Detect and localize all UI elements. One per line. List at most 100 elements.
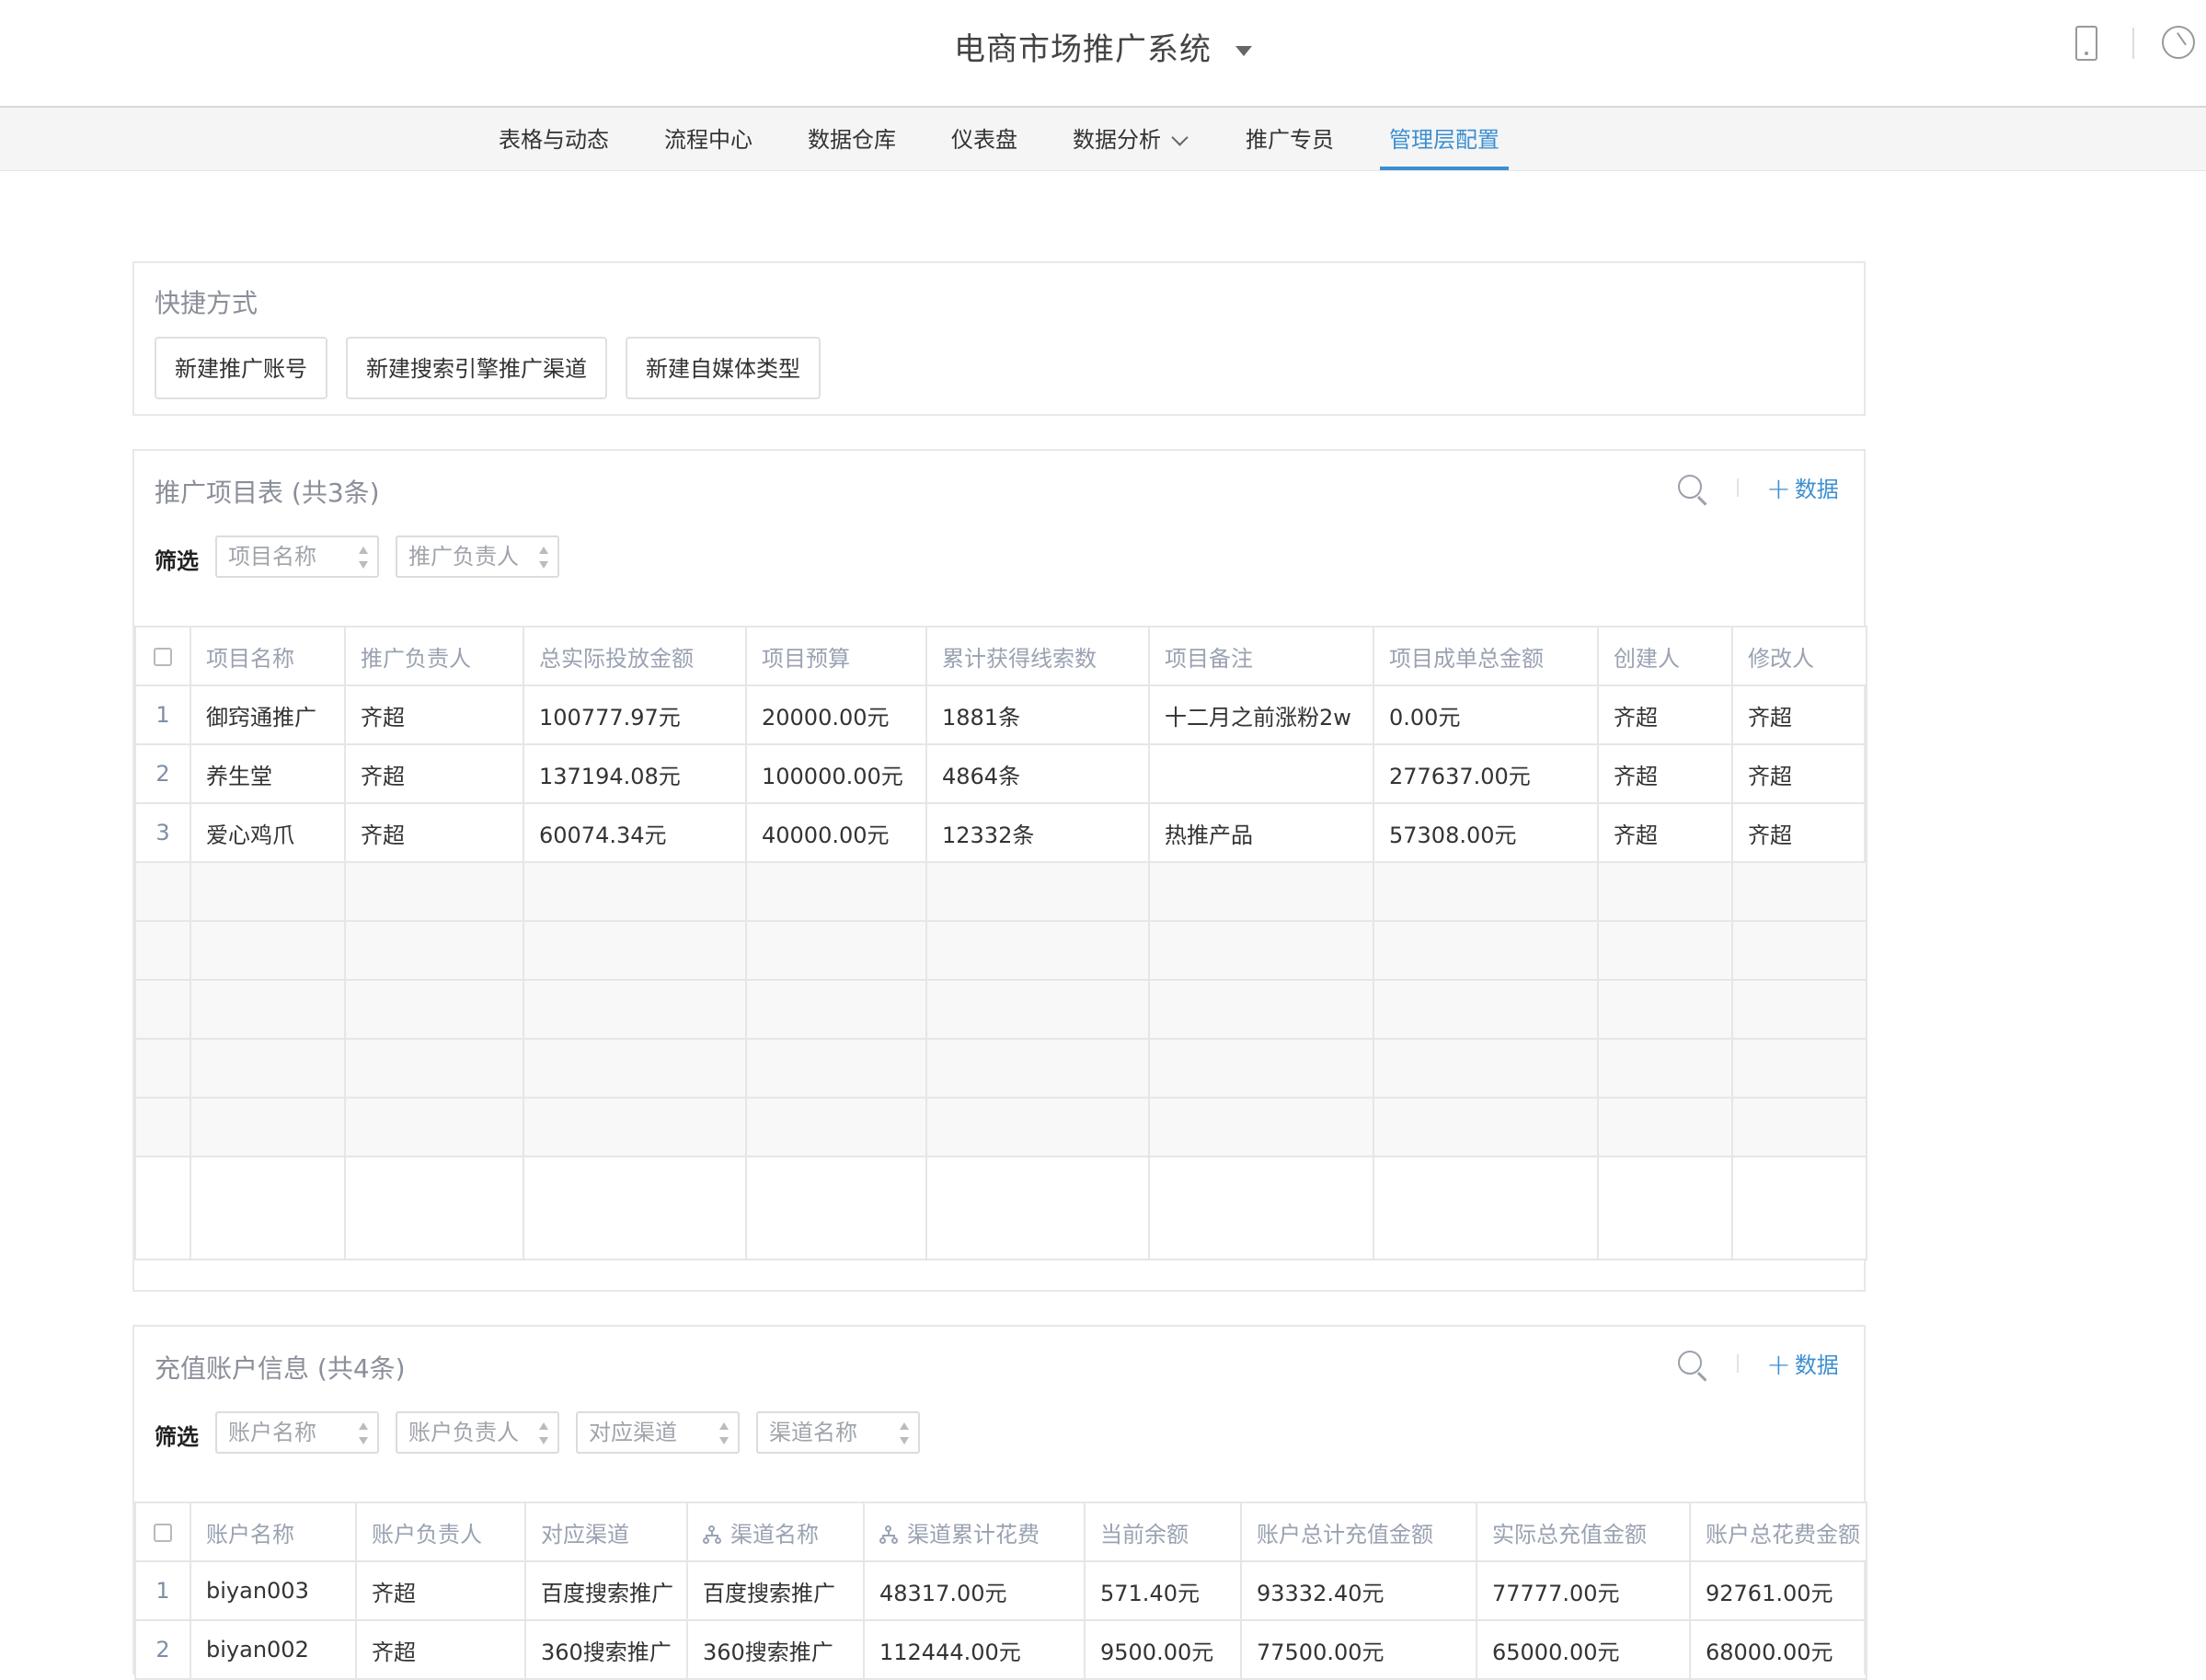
column-header[interactable]: 项目成单总金额: [1373, 626, 1599, 686]
table-cell[interactable]: biyan003: [190, 1560, 357, 1621]
table-cell[interactable]: 77500.00元: [1240, 1619, 1477, 1680]
app-title-switcher[interactable]: 电商市场推广系统: [0, 24, 2206, 69]
table-cell[interactable]: 齐超: [1597, 802, 1733, 863]
empty-row: [134, 861, 1867, 922]
filter-project-name[interactable]: 项目名称: [215, 535, 379, 578]
new-account-button[interactable]: 新建推广账号: [155, 337, 327, 399]
select-all-checkbox[interactable]: [154, 648, 172, 666]
table-cell[interactable]: 20000.00元: [745, 685, 927, 745]
table-cell[interactable]: 40000.00元: [745, 802, 927, 863]
table-cell[interactable]: 4864条: [925, 743, 1150, 804]
table-cell[interactable]: 12332条: [925, 802, 1150, 863]
table-cell[interactable]: 齐超: [1731, 685, 1867, 745]
table-cell[interactable]: 48317.00元: [863, 1560, 1086, 1621]
table-cell[interactable]: 爱心鸡爪: [190, 802, 346, 863]
column-header[interactable]: 项目备注: [1148, 626, 1374, 686]
table-cell[interactable]: 57308.00元: [1373, 802, 1599, 863]
column-header[interactable]: 推广负责人: [344, 626, 524, 686]
table-cell[interactable]: 1881条: [925, 685, 1150, 745]
table-cell[interactable]: 360搜索推广: [686, 1619, 865, 1680]
table-cell[interactable]: 571.40元: [1084, 1560, 1242, 1621]
select-all-checkbox[interactable]: [154, 1524, 172, 1542]
table-cell[interactable]: 77777.00元: [1476, 1560, 1691, 1621]
column-header[interactable]: 项目名称: [190, 626, 346, 686]
caret-down-icon[interactable]: [1235, 46, 1252, 56]
table-cell[interactable]: 112444.00元: [863, 1619, 1086, 1680]
table-cell[interactable]: 93332.40元: [1240, 1560, 1477, 1621]
table-cell[interactable]: 137194.08元: [523, 743, 747, 804]
select-all-cell[interactable]: [134, 1502, 191, 1562]
table-cell[interactable]: 齐超: [355, 1619, 526, 1680]
table-cell[interactable]: 齐超: [1597, 685, 1733, 745]
table-cell[interactable]: 0.00元: [1373, 685, 1599, 745]
table-row[interactable]: 1 biyan003 齐超 百度搜索推广 百度搜索推广 48317.00元 57…: [134, 1560, 1867, 1621]
table-cell[interactable]: 齐超: [344, 743, 524, 804]
table-cell[interactable]: 65000.00元: [1476, 1619, 1691, 1680]
compass-icon[interactable]: [2162, 26, 2195, 59]
filter-channel[interactable]: 对应渠道: [576, 1411, 740, 1454]
mobile-icon[interactable]: [2075, 26, 2097, 61]
add-data-button[interactable]: + 数据: [1766, 1347, 1839, 1382]
table-cell[interactable]: 100777.97元: [523, 685, 747, 745]
table-cell[interactable]: 100000.00元: [745, 743, 927, 804]
column-header[interactable]: 修改人: [1731, 626, 1867, 686]
table-cell[interactable]: 60074.34元: [523, 802, 747, 863]
nav-item-workflow[interactable]: 流程中心: [664, 108, 753, 170]
nav-item-dashboard[interactable]: 仪表盘: [951, 108, 1017, 170]
column-header[interactable]: 总实际投放金额: [523, 626, 747, 686]
column-header[interactable]: 渠道累计花费: [863, 1502, 1086, 1562]
nav-item-analysis[interactable]: 数据分析: [1073, 108, 1189, 170]
table-cell[interactable]: 92761.00元: [1689, 1560, 1867, 1621]
table-cell[interactable]: 齐超: [344, 802, 524, 863]
nav-item-warehouse[interactable]: 数据仓库: [808, 108, 896, 170]
table-cell[interactable]: biyan002: [190, 1619, 357, 1680]
search-icon[interactable]: [1678, 1351, 1702, 1375]
nav-item-promoter[interactable]: 推广专员: [1246, 108, 1334, 170]
select-all-cell[interactable]: [134, 626, 191, 686]
column-header[interactable]: 渠道名称: [686, 1502, 865, 1562]
new-search-channel-button[interactable]: 新建搜索引擎推广渠道: [346, 337, 607, 399]
add-data-label: 数据: [1794, 477, 1839, 502]
column-header[interactable]: 创建人: [1597, 626, 1733, 686]
table-cell[interactable]: 360搜索推广: [524, 1619, 688, 1680]
filter-account-owner[interactable]: 账户负责人: [396, 1411, 559, 1454]
column-header[interactable]: 账户总计充值金额: [1240, 1502, 1477, 1562]
table-cell[interactable]: 齐超: [1731, 743, 1867, 804]
filter-channel-name[interactable]: 渠道名称: [756, 1411, 920, 1454]
new-media-type-button[interactable]: 新建自媒体类型: [626, 337, 821, 399]
column-header[interactable]: 对应渠道: [524, 1502, 688, 1562]
column-header[interactable]: 累计获得线索数: [925, 626, 1150, 686]
accounts-table: 账户名称 账户负责人 对应渠道 渠道名称 渠道累计花费 当前余额 账户总计充值金…: [134, 1502, 1867, 1680]
column-header[interactable]: 账户负责人: [355, 1502, 526, 1562]
table-cell[interactable]: 百度搜索推广: [524, 1560, 688, 1621]
table-row[interactable]: 3 爱心鸡爪 齐超 60074.34元 40000.00元 12332条 热推产…: [134, 802, 1867, 863]
table-row[interactable]: 2 biyan002 齐超 360搜索推广 360搜索推广 112444.00元…: [134, 1619, 1867, 1680]
table-cell[interactable]: 齐超: [1731, 802, 1867, 863]
table-cell[interactable]: 齐超: [344, 685, 524, 745]
table-cell[interactable]: [1148, 743, 1374, 804]
table-row[interactable]: 2 养生堂 齐超 137194.08元 100000.00元 4864条 277…: [134, 743, 1867, 804]
column-header[interactable]: 当前余额: [1084, 1502, 1242, 1562]
table-cell[interactable]: 御窍通推广: [190, 685, 346, 745]
column-header[interactable]: 账户总花费金额: [1689, 1502, 1867, 1562]
table-cell[interactable]: 百度搜索推广: [686, 1560, 865, 1621]
table-cell[interactable]: 齐超: [1597, 743, 1733, 804]
filter-promoter[interactable]: 推广负责人: [396, 535, 559, 578]
table-cell[interactable]: 十二月之前涨粉2w: [1148, 685, 1374, 745]
filter-account-name[interactable]: 账户名称: [215, 1411, 379, 1454]
nav-item-management[interactable]: 管理层配置: [1380, 108, 1509, 170]
table-cell[interactable]: 养生堂: [190, 743, 346, 804]
nav-item-tables[interactable]: 表格与动态: [499, 108, 609, 170]
table-cell[interactable]: 齐超: [355, 1560, 526, 1621]
table-cell[interactable]: 9500.00元: [1084, 1619, 1242, 1680]
table-cell[interactable]: 277637.00元: [1373, 743, 1599, 804]
table-cell[interactable]: 热推产品: [1148, 802, 1374, 863]
search-icon[interactable]: [1678, 475, 1702, 499]
row-index: 3: [134, 802, 191, 863]
table-row[interactable]: 1 御窍通推广 齐超 100777.97元 20000.00元 1881条 十二…: [134, 685, 1867, 745]
add-data-button[interactable]: + 数据: [1766, 471, 1839, 506]
table-cell[interactable]: 68000.00元: [1689, 1619, 1867, 1680]
column-header[interactable]: 实际总充值金额: [1476, 1502, 1691, 1562]
column-header[interactable]: 账户名称: [190, 1502, 357, 1562]
column-header[interactable]: 项目预算: [745, 626, 927, 686]
